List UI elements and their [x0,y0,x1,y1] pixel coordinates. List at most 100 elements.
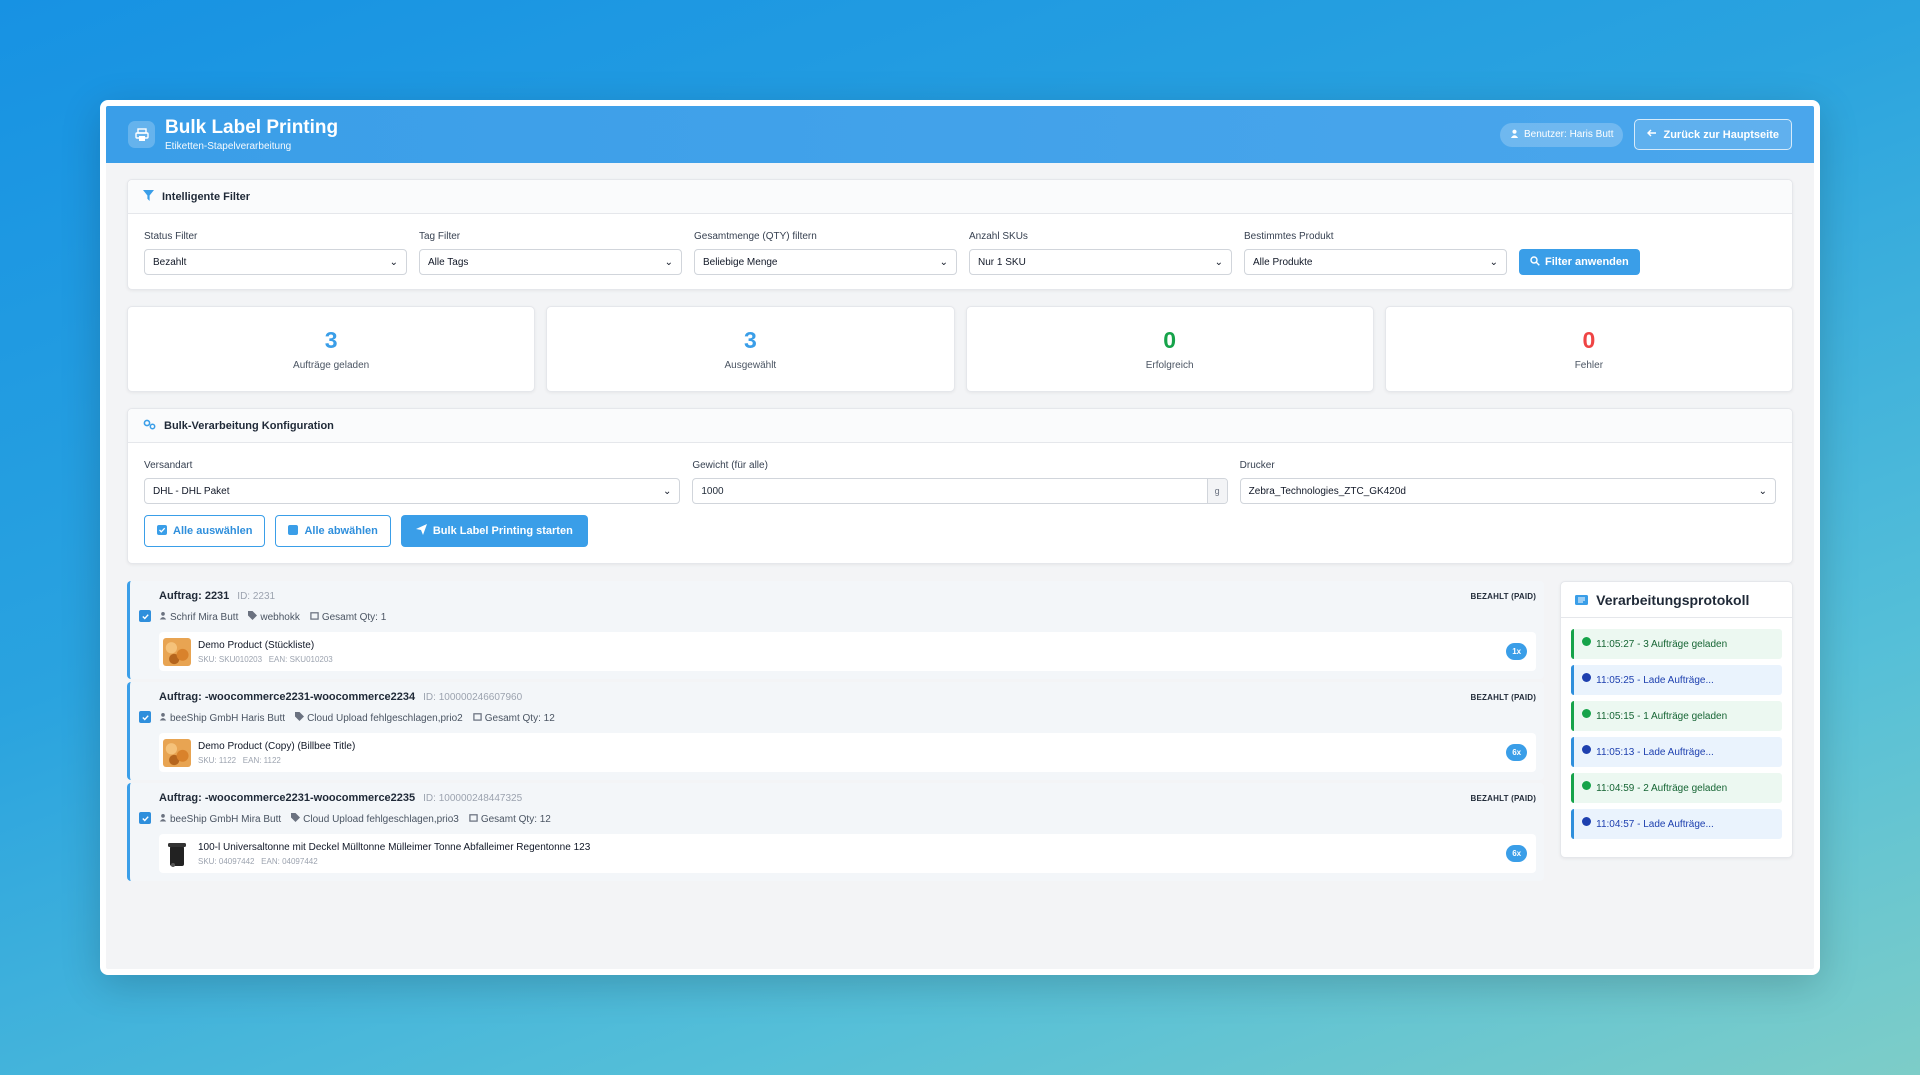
order-title: Auftrag: 2231 [159,590,230,602]
order-id: ID: 100000246607960 [423,691,523,703]
stat-success-value: 0 [1163,327,1177,353]
stats-row: 3 Aufträge geladen 3 Ausgewählt 0 Erfolg… [127,306,1793,392]
log-entry: 11:05:13 - Lade Aufträge... [1571,737,1782,767]
check-circle-icon [1582,636,1592,646]
product-row: Demo Product (Copy) (Billbee Title) SKU:… [159,733,1537,772]
order-customer: beeShip GmbH Haris Butt [170,712,286,724]
user-icon [159,813,167,825]
log-entry: 11:05:25 - Lade Aufträge... [1571,665,1782,695]
product-image [163,839,191,868]
user-badge: Benutzer: Haris Butt [1499,122,1624,147]
stat-selected-value: 3 [743,327,757,353]
qty-filter-label: Gesamtmenge (QTY) filtern [694,231,817,242]
chevron-down-icon: ⌄ [389,256,398,268]
printer-value: Zebra_Technologies_ZTC_GK420d [1248,485,1406,497]
status-filter-label: Status Filter [144,231,198,242]
sku-count-label: Anzahl SKUs [969,231,1028,242]
stat-success-label: Erfolgreich [1145,360,1194,371]
user-label: Benutzer: Haris Butt [1523,129,1614,140]
chevron-down-icon: ⌄ [939,256,948,268]
user-icon [159,712,167,724]
product-ean: EAN: SKU010203 [268,654,333,664]
log-heading: Verarbeitungsprotokoll [1596,591,1750,608]
order-title: Auftrag: -woocommerce2231-woocommerce223… [159,792,416,804]
tag-filter-label: Tag Filter [419,231,461,242]
tag-filter-select[interactable]: Alle Tags ⌄ [419,249,682,275]
product-ean: EAN: 1122 [242,755,281,765]
paper-plane-icon [415,524,427,538]
product-name: Demo Product (Copy) (Billbee Title) [198,740,356,752]
start-bulk-label: Bulk Label Printing starten [432,525,573,537]
product-sku: SKU: SKU010203 [198,654,263,664]
info-circle-icon [1582,744,1592,754]
stat-errors-label: Fehler [1574,360,1604,371]
filter-card: Intelligente Filter Status Filter Bezahl… [127,179,1793,290]
order-checkbox[interactable] [139,812,151,824]
list-icon [1575,592,1589,608]
product-image [163,738,191,767]
info-circle-icon [1582,816,1592,826]
qty-badge: 1x [1506,643,1528,660]
order-tags: Cloud Upload fehlgeschlagen,prio2 [307,712,463,724]
log-text: 11:04:59 - 2 Aufträge geladen [1596,782,1728,794]
weight-input[interactable]: 1000 g [692,478,1228,504]
order-tags: Cloud Upload fehlgeschlagen,prio3 [303,813,459,825]
info-circle-icon [1582,672,1592,682]
sku-count-value: Nur 1 SKU [978,256,1026,268]
deselect-all-button[interactable]: Alle abwählen [275,515,391,547]
status-filter-select[interactable]: Bezahlt ⌄ [144,249,407,275]
qty-filter-value: Beliebige Menge [703,256,778,268]
filter-heading: Intelligente Filter [162,190,251,203]
select-all-button[interactable]: Alle auswählen [144,515,266,547]
config-heading: Bulk-Verarbeitung Konfiguration [164,419,334,432]
order-customer: Schrif Mira Butt [170,611,239,623]
check-circle-icon [1582,708,1592,718]
status-filter: Status Filter Bezahlt ⌄ [144,231,407,275]
log-entry: 11:05:27 - 3 Aufträge geladen [1571,629,1782,659]
log-entry: 11:04:59 - 2 Aufträge geladen [1571,773,1782,803]
order-id: ID: 2231 [237,590,276,602]
tag-icon [295,712,305,724]
apply-filter-label: Filter anwenden [1545,256,1629,268]
sku-count-select[interactable]: Nur 1 SKU ⌄ [969,249,1232,275]
stat-errors: 0 Fehler [1384,306,1793,392]
chevron-down-icon: ⌄ [1489,256,1498,268]
product-sku: SKU: 1122 [198,755,237,765]
app-header: Bulk Label Printing Etiketten-Stapelvera… [106,106,1814,163]
log-text: 11:05:13 - Lade Aufträge... [1596,746,1714,758]
tag-icon [248,611,258,623]
log-entry: 11:04:57 - Lade Aufträge... [1571,809,1782,839]
chevron-down-icon: ⌄ [662,485,672,497]
qty-filter-select[interactable]: Beliebige Menge ⌄ [694,249,957,275]
stat-selected-label: Ausgewählt [724,360,777,371]
deselect-all-label: Alle abwählen [304,525,378,537]
stat-success: 0 Erfolgreich [965,306,1374,392]
printer-select[interactable]: Zebra_Technologies_ZTC_GK420d ⌄ [1239,478,1776,504]
tag-icon [291,813,301,825]
product-name: 100-l Universaltonne mit Deckel Mülltonn… [198,841,591,853]
select-all-label: Alle auswählen [173,525,253,537]
order-id: ID: 100000248447325 [423,792,523,804]
user-icon [159,611,167,623]
order-checkbox[interactable] [139,610,151,622]
weight-field: Gewicht (für alle) 1000 g [692,460,1228,504]
apply-filter-button[interactable]: Filter anwenden [1519,249,1640,275]
back-button[interactable]: Zurück zur Hauptseite [1634,119,1792,150]
shipping-select[interactable]: DHL - DHL Paket ⌄ [144,478,681,504]
tag-filter: Tag Filter Alle Tags ⌄ [419,231,682,275]
filter-card-header: Intelligente Filter [128,180,1792,214]
start-bulk-button[interactable]: Bulk Label Printing starten [400,515,588,547]
config-card-header: Bulk-Verarbeitung Konfiguration [128,409,1792,443]
log-text: 11:05:27 - 3 Aufträge geladen [1596,638,1728,650]
filter-icon [143,189,154,204]
product-filter-select[interactable]: Alle Produkte ⌄ [1244,249,1507,275]
qty-badge: 6x [1506,845,1528,862]
box-icon [469,813,478,825]
box-icon [473,712,482,724]
log-text: 11:05:15 - 1 Aufträge geladen [1596,710,1728,722]
processing-log: Verarbeitungsprotokoll 11:05:27 - 3 Auft… [1560,581,1793,858]
stat-loaded-value: 3 [324,327,338,353]
order-checkbox[interactable] [139,711,151,723]
tag-filter-value: Alle Tags [428,256,469,268]
shipping-label: Versandart [144,460,193,471]
